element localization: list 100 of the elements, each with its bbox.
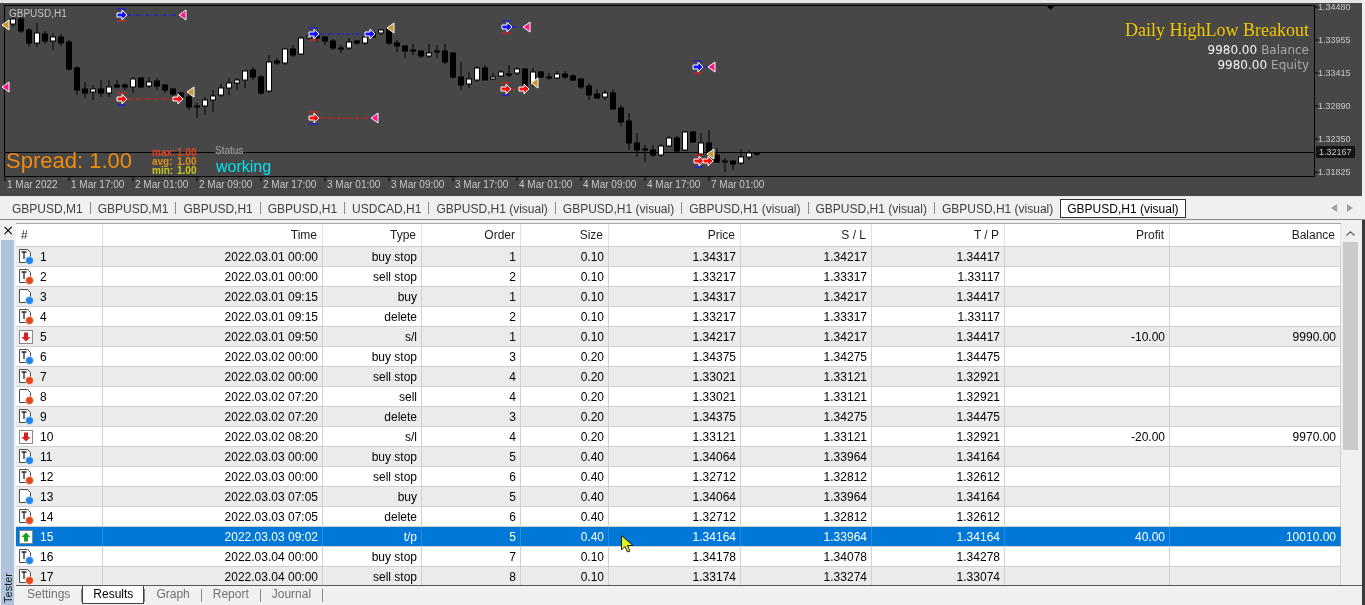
table-row[interactable]: 3 2022.03.01 09:15 buy 1 0.10 1.34317 1.34217 1.34417	[16, 287, 1341, 307]
spread-stat-value: 1.00	[177, 157, 197, 166]
scroll-up-icon[interactable]	[1346, 231, 1355, 236]
time-label: 4 Mar 09:00	[583, 179, 637, 191]
table-cell: 1.32921	[872, 387, 1005, 406]
panel-tab[interactable]: Journal	[260, 586, 323, 604]
row-number: 11	[40, 449, 53, 464]
chart-tab[interactable]: GBPUSD,H1	[260, 198, 345, 218]
time-label: 3 Mar 17:00	[455, 179, 509, 191]
bearish-candle	[162, 83, 168, 94]
table-row[interactable]: 13 2022.03.03 07:05 buy 5 0.40 1.34064 1.33964 1.34164	[16, 487, 1341, 507]
table-row[interactable]: 4 2022.03.01 09:15 delete 2 0.10 1.33217 1.33317 1.33117	[16, 307, 1341, 327]
table-cell: 1.33174	[609, 567, 741, 585]
table-cell: 1.34317	[609, 287, 741, 306]
table-cell: 0.20	[521, 427, 609, 446]
table-cell: 0.10	[521, 547, 609, 566]
time-label: 1 Mar 2022	[7, 179, 58, 191]
document-icon	[18, 468, 34, 485]
bullish-candle	[498, 69, 504, 78]
table-cell: 1.34064	[609, 447, 741, 466]
table-cell: 2022.03.01 09:50	[103, 327, 323, 346]
document-icon	[18, 308, 34, 325]
bullish-candle	[226, 77, 232, 96]
table-cell: delete	[323, 507, 422, 526]
price-label: 1.33415	[1318, 67, 1351, 79]
chart-tab[interactable]: GBPUSD,H1	[176, 198, 260, 218]
row-number: 1	[40, 249, 47, 264]
chart-tab[interactable]: USDCAD,H1	[345, 198, 429, 218]
chart-tab[interactable]: GBPUSD,H1 (visual)	[429, 198, 555, 218]
time-label: 2 Mar 17:00	[263, 179, 317, 191]
table-cell: 2022.03.01 00:00	[103, 247, 323, 266]
scroll-left-icon[interactable]	[1331, 204, 1337, 212]
table-cell: 2022.03.03 09:02	[103, 527, 323, 546]
bullish-candle	[554, 70, 560, 80]
chart-tab[interactable]: GBPUSD,H1 (visual)	[1060, 198, 1186, 218]
panel-tab[interactable]: Graph	[145, 586, 201, 604]
chart-tab[interactable]: GBPUSD,M1	[90, 198, 176, 218]
bullish-candle	[90, 84, 96, 101]
price-label: 1.32890	[1318, 100, 1351, 112]
table-cell: 1.33317	[741, 307, 872, 326]
panel-tab[interactable]: Settings	[16, 586, 82, 604]
table-cell: 1.34417	[872, 247, 1005, 266]
bullish-candle	[50, 32, 56, 51]
table-row[interactable]: 17 2022.03.04 00:00 sell stop 8 0.10 1.33174 1.33274 1.33074	[16, 567, 1341, 585]
right-arrow-icon	[501, 20, 513, 34]
table-cell: 3	[422, 407, 521, 426]
table-row[interactable]: 5 2022.03.01 09:50 s/l 1 0.10 1.34217 1.34217 1.34417 -10.00 9990.00	[16, 327, 1341, 347]
table-row[interactable]: 11 2022.03.03 00:00 buy stop 5 0.40 1.34064 1.33964 1.34164	[16, 447, 1341, 467]
table-cell: 2022.03.01 00:00	[103, 267, 323, 286]
table-cell: 1.34164	[872, 487, 1005, 506]
bullish-candle	[514, 66, 520, 76]
table-cell: 0.10	[521, 247, 609, 266]
chart-tab[interactable]: GBPUSD,H1 (visual)	[934, 198, 1061, 218]
table-cell: buy stop	[323, 547, 422, 566]
table-cell: 1.34275	[741, 407, 872, 426]
table-cell: 0.40	[521, 467, 609, 486]
table-cell: 0.40	[521, 447, 609, 466]
table-row[interactable]: 9 2022.03.02 07:20 delete 3 0.20 1.34375 1.34275 1.34475	[16, 407, 1341, 427]
table-cell: 2022.03.04 00:00	[103, 547, 323, 566]
table-cell: 1.33317	[741, 267, 872, 286]
bullish-candle	[234, 77, 240, 91]
panel-tab[interactable]: Results	[82, 586, 145, 604]
table-cell: 0.20	[521, 407, 609, 426]
column-header: #	[16, 224, 103, 246]
trade-line	[318, 117, 371, 119]
chart-tab[interactable]: GBPUSD,H1 (visual)	[555, 198, 682, 218]
table-row[interactable]: 1 2022.03.01 00:00 buy stop 1 0.10 1.34317 1.34217 1.34417	[16, 247, 1341, 267]
table-row[interactable]: 14 2022.03.03 07:05 delete 6 0.40 1.32712 1.32812 1.32612	[16, 507, 1341, 527]
bearish-candle	[330, 38, 336, 51]
scroll-right-icon[interactable]	[1347, 204, 1353, 212]
table-cell: 1.33964	[741, 527, 872, 546]
table-row[interactable]: 7 2022.03.02 00:00 sell stop 4 0.20 1.33021 1.33121 1.32921	[16, 367, 1341, 387]
bearish-candle	[418, 49, 424, 59]
table-cell: 1.33964	[741, 447, 872, 466]
left-triangle-icon	[1, 19, 10, 31]
scrollbar-thumb[interactable]	[1343, 242, 1358, 450]
bullish-candle	[682, 130, 688, 152]
panel-tab[interactable]: Report	[201, 586, 260, 604]
table-row[interactable]: 15 2022.03.03 09:02 t/p 5 0.40 1.34164 1.33964 1.34164 40.00 10010.00	[16, 527, 1341, 547]
document-icon	[18, 268, 34, 285]
time-label: 1 Mar 17:00	[71, 179, 125, 191]
bearish-candle	[58, 33, 64, 47]
table-cell: 0.20	[521, 347, 609, 366]
chart-tab[interactable]: GBPUSD,H1 (visual)	[682, 198, 808, 218]
bearish-candle	[98, 79, 104, 98]
close-button[interactable]: ×	[0, 222, 16, 238]
table-cell: 1	[422, 287, 521, 306]
table-cell: 2022.03.03 07:05	[103, 507, 323, 526]
column-header: Profit	[1005, 224, 1170, 246]
document-icon	[18, 548, 34, 565]
bearish-candle	[394, 39, 400, 53]
price-label: 1.34480	[1318, 1, 1351, 13]
chart-tab[interactable]: GBPUSD,M1	[5, 198, 90, 218]
column-header: Type	[323, 224, 422, 246]
bullish-candle	[738, 148, 744, 166]
table-cell: 2022.03.03 07:05	[103, 487, 323, 506]
chart-tab[interactable]: GBPUSD,H1 (visual)	[808, 198, 934, 218]
bullish-candle	[666, 135, 672, 148]
table-cell: delete	[323, 307, 422, 326]
bearish-candle	[730, 159, 736, 171]
